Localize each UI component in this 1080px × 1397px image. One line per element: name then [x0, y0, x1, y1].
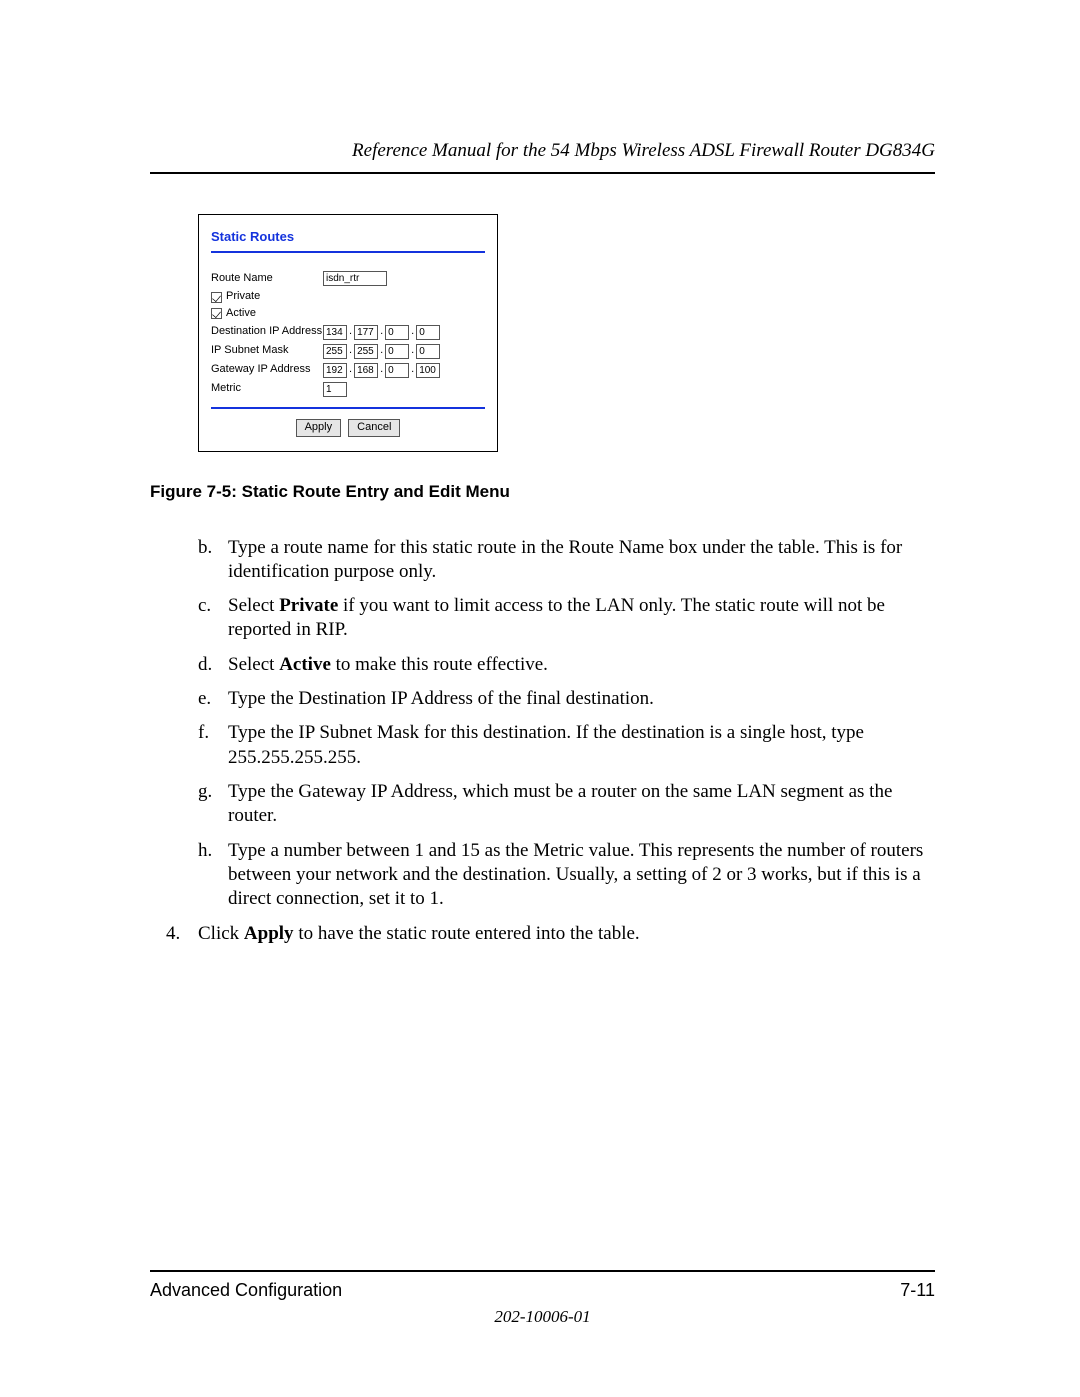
step-f: Type the IP Subnet Mask for this destina…	[228, 721, 935, 770]
dest-ip-oct3[interactable]: 0	[385, 325, 409, 340]
metric-label: Metric	[211, 382, 323, 396]
footer-pagenum: 7-11	[900, 1280, 935, 1301]
panel-divider-bottom	[211, 407, 485, 409]
mask-oct4[interactable]: 0	[416, 344, 440, 359]
dest-ip-oct1[interactable]: 134	[323, 325, 347, 340]
marker-f: f.	[198, 721, 228, 770]
route-name-input[interactable]: isdn_rtr	[323, 271, 387, 286]
gw-oct1[interactable]: 192	[323, 363, 347, 378]
marker-4: 4.	[166, 922, 198, 946]
panel-divider	[211, 251, 485, 253]
dest-ip-oct2[interactable]: 177	[354, 325, 378, 340]
step-e: Type the Destination IP Address of the f…	[228, 687, 935, 711]
footer-rule	[150, 1270, 935, 1272]
marker-e: e.	[198, 687, 228, 711]
panel-title: Static Routes	[211, 229, 485, 245]
mask-label: IP Subnet Mask	[211, 344, 323, 358]
mask-oct1[interactable]: 255	[323, 344, 347, 359]
step-4: Click Apply to have the static route ent…	[198, 922, 640, 946]
static-routes-panel: Static Routes Route Name isdn_rtr Privat…	[198, 214, 498, 452]
dest-ip-label: Destination IP Address	[211, 325, 323, 339]
marker-c: c.	[198, 594, 228, 643]
gw-oct4[interactable]: 100	[416, 363, 440, 378]
marker-h: h.	[198, 839, 228, 912]
active-label: Active	[226, 307, 256, 321]
private-label: Private	[226, 290, 260, 304]
metric-input[interactable]: 1	[323, 382, 347, 397]
dest-ip-oct4[interactable]: 0	[416, 325, 440, 340]
marker-d: d.	[198, 653, 228, 677]
running-header: Reference Manual for the 54 Mbps Wireles…	[150, 140, 935, 162]
route-name-label: Route Name	[211, 272, 323, 286]
private-checkbox[interactable]	[211, 292, 222, 303]
header-rule	[150, 172, 935, 174]
step-d: Select Active to make this route effecti…	[228, 653, 935, 677]
step-b: Type a route name for this static route …	[228, 536, 935, 585]
marker-g: g.	[198, 780, 228, 829]
gw-oct2[interactable]: 168	[354, 363, 378, 378]
step-c: Select Private if you want to limit acce…	[228, 594, 935, 643]
marker-b: b.	[198, 536, 228, 585]
figure-caption: Figure 7-5: Static Route Entry and Edit …	[150, 482, 935, 502]
mask-oct2[interactable]: 255	[354, 344, 378, 359]
footer-section: Advanced Configuration	[150, 1280, 342, 1301]
gateway-label: Gateway IP Address	[211, 363, 323, 377]
cancel-button[interactable]: Cancel	[348, 419, 400, 437]
apply-button[interactable]: Apply	[296, 419, 342, 437]
step-g: Type the Gateway IP Address, which must …	[228, 780, 935, 829]
active-checkbox[interactable]	[211, 308, 222, 319]
footer-docnum: 202-10006-01	[150, 1307, 935, 1327]
gw-oct3[interactable]: 0	[385, 363, 409, 378]
mask-oct3[interactable]: 0	[385, 344, 409, 359]
step-h: Type a number between 1 and 15 as the Me…	[228, 839, 935, 912]
